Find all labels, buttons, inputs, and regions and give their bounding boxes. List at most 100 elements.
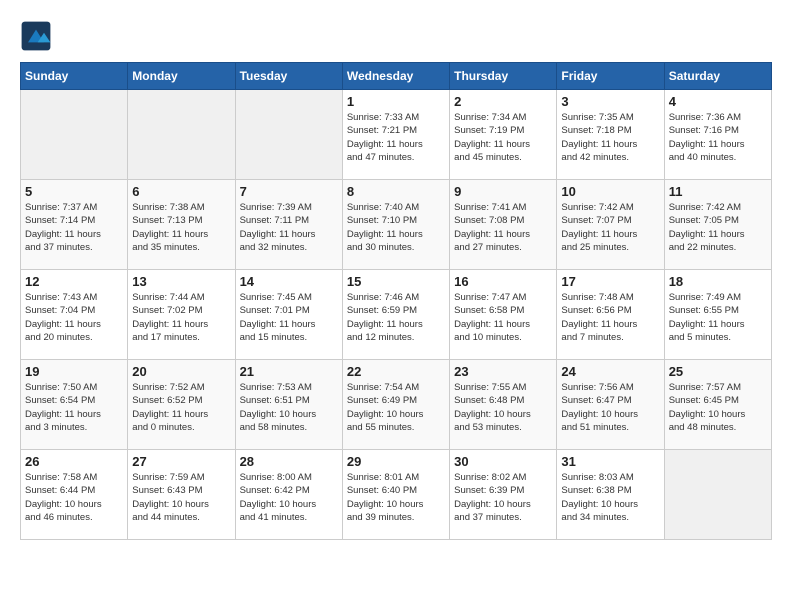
day-info: Sunrise: 8:03 AM Sunset: 6:38 PM Dayligh… [561, 471, 659, 524]
day-number: 18 [669, 274, 767, 289]
day-info: Sunrise: 7:39 AM Sunset: 7:11 PM Dayligh… [240, 201, 338, 254]
day-info: Sunrise: 7:44 AM Sunset: 7:02 PM Dayligh… [132, 291, 230, 344]
day-cell: 25 Sunrise: 7:57 AM Sunset: 6:45 PM Dayli… [664, 360, 771, 450]
header-cell-monday: Monday [128, 63, 235, 90]
day-number: 22 [347, 364, 445, 379]
day-info: Sunrise: 7:53 AM Sunset: 6:51 PM Dayligh… [240, 381, 338, 434]
day-info: Sunrise: 7:58 AM Sunset: 6:44 PM Dayligh… [25, 471, 123, 524]
day-number: 6 [132, 184, 230, 199]
day-cell: 8Sunrise: 7:40 AM Sunset: 7:10 PM Daylig… [342, 180, 449, 270]
day-info: Sunrise: 7:41 AM Sunset: 7:08 PM Dayligh… [454, 201, 552, 254]
day-cell: 17 Sunrise: 7:48 AM Sunset: 6:56 PM Dayli… [557, 270, 664, 360]
day-cell [21, 90, 128, 180]
day-info: Sunrise: 7:38 AM Sunset: 7:13 PM Dayligh… [132, 201, 230, 254]
day-number: 30 [454, 454, 552, 469]
logo-icon [20, 20, 52, 52]
day-cell [664, 450, 771, 540]
day-cell: 18 Sunrise: 7:49 AM Sunset: 6:55 PM Dayli… [664, 270, 771, 360]
day-cell: 7 Sunrise: 7:39 AM Sunset: 7:11 PM Daylig… [235, 180, 342, 270]
day-info: Sunrise: 7:40 AM Sunset: 7:10 PM Dayligh… [347, 201, 445, 254]
day-number: 10 [561, 184, 659, 199]
day-number: 4 [669, 94, 767, 109]
day-info: Sunrise: 7:57 AM Sunset: 6:45 PM Dayligh… [669, 381, 767, 434]
day-info: Sunrise: 7:36 AM Sunset: 7:16 PM Dayligh… [669, 111, 767, 164]
day-number: 29 [347, 454, 445, 469]
day-number: 26 [25, 454, 123, 469]
day-cell: 31 Sunrise: 8:03 AM Sunset: 6:38 PM Dayli… [557, 450, 664, 540]
day-cell: 5 Sunrise: 7:37 AM Sunset: 7:14 PM Daylig… [21, 180, 128, 270]
day-info: Sunrise: 7:59 AM Sunset: 6:43 PM Dayligh… [132, 471, 230, 524]
day-info: Sunrise: 7:46 AM Sunset: 6:59 PM Dayligh… [347, 291, 445, 344]
day-cell: 13 Sunrise: 7:44 AM Sunset: 7:02 PM Dayli… [128, 270, 235, 360]
day-info: Sunrise: 7:48 AM Sunset: 6:56 PM Dayligh… [561, 291, 659, 344]
day-number: 12 [25, 274, 123, 289]
day-cell: 27 Sunrise: 7:59 AM Sunset: 6:43 PM Dayli… [128, 450, 235, 540]
day-info: Sunrise: 7:45 AM Sunset: 7:01 PM Dayligh… [240, 291, 338, 344]
day-info: Sunrise: 7:55 AM Sunset: 6:48 PM Dayligh… [454, 381, 552, 434]
day-number: 27 [132, 454, 230, 469]
day-cell: 16Sunrise: 7:47 AM Sunset: 6:58 PM Dayli… [450, 270, 557, 360]
day-cell: 14 Sunrise: 7:45 AM Sunset: 7:01 PM Dayli… [235, 270, 342, 360]
week-row-3: 12 Sunrise: 7:43 AM Sunset: 7:04 PM Dayli… [21, 270, 772, 360]
day-info: Sunrise: 8:00 AM Sunset: 6:42 PM Dayligh… [240, 471, 338, 524]
day-info: Sunrise: 8:01 AM Sunset: 6:40 PM Dayligh… [347, 471, 445, 524]
week-row-4: 19 Sunrise: 7:50 AM Sunset: 6:54 PM Dayli… [21, 360, 772, 450]
day-cell: 23 Sunrise: 7:55 AM Sunset: 6:48 PM Dayli… [450, 360, 557, 450]
week-row-2: 5 Sunrise: 7:37 AM Sunset: 7:14 PM Daylig… [21, 180, 772, 270]
day-cell: 15Sunrise: 7:46 AM Sunset: 6:59 PM Dayli… [342, 270, 449, 360]
day-cell: 26 Sunrise: 7:58 AM Sunset: 6:44 PM Dayli… [21, 450, 128, 540]
day-cell: 12 Sunrise: 7:43 AM Sunset: 7:04 PM Dayli… [21, 270, 128, 360]
day-info: Sunrise: 7:37 AM Sunset: 7:14 PM Dayligh… [25, 201, 123, 254]
day-cell: 24 Sunrise: 7:56 AM Sunset: 6:47 PM Dayli… [557, 360, 664, 450]
day-cell [128, 90, 235, 180]
day-number: 7 [240, 184, 338, 199]
day-number: 1 [347, 94, 445, 109]
day-info: Sunrise: 7:34 AM Sunset: 7:19 PM Dayligh… [454, 111, 552, 164]
day-cell: 22Sunrise: 7:54 AM Sunset: 6:49 PM Dayli… [342, 360, 449, 450]
header-cell-saturday: Saturday [664, 63, 771, 90]
day-info: Sunrise: 7:33 AM Sunset: 7:21 PM Dayligh… [347, 111, 445, 164]
day-info: Sunrise: 8:02 AM Sunset: 6:39 PM Dayligh… [454, 471, 552, 524]
header-cell-thursday: Thursday [450, 63, 557, 90]
day-number: 24 [561, 364, 659, 379]
day-info: Sunrise: 7:50 AM Sunset: 6:54 PM Dayligh… [25, 381, 123, 434]
day-number: 17 [561, 274, 659, 289]
day-info: Sunrise: 7:52 AM Sunset: 6:52 PM Dayligh… [132, 381, 230, 434]
day-info: Sunrise: 7:42 AM Sunset: 7:07 PM Dayligh… [561, 201, 659, 254]
day-number: 23 [454, 364, 552, 379]
day-cell: 20 Sunrise: 7:52 AM Sunset: 6:52 PM Dayli… [128, 360, 235, 450]
day-number: 5 [25, 184, 123, 199]
header-cell-wednesday: Wednesday [342, 63, 449, 90]
day-number: 19 [25, 364, 123, 379]
header-cell-sunday: Sunday [21, 63, 128, 90]
day-cell: 21 Sunrise: 7:53 AM Sunset: 6:51 PM Dayli… [235, 360, 342, 450]
day-number: 13 [132, 274, 230, 289]
day-cell: 2Sunrise: 7:34 AM Sunset: 7:19 PM Daylig… [450, 90, 557, 180]
day-cell: 10 Sunrise: 7:42 AM Sunset: 7:07 PM Dayli… [557, 180, 664, 270]
day-number: 31 [561, 454, 659, 469]
day-cell: 3Sunrise: 7:35 AM Sunset: 7:18 PM Daylig… [557, 90, 664, 180]
calendar-header: SundayMondayTuesdayWednesdayThursdayFrid… [21, 63, 772, 90]
day-cell: 11 Sunrise: 7:42 AM Sunset: 7:05 PM Dayli… [664, 180, 771, 270]
day-cell: 1 Sunrise: 7:33 AM Sunset: 7:21 PM Daylig… [342, 90, 449, 180]
day-info: Sunrise: 7:47 AM Sunset: 6:58 PM Dayligh… [454, 291, 552, 344]
day-cell: 19 Sunrise: 7:50 AM Sunset: 6:54 PM Dayli… [21, 360, 128, 450]
day-info: Sunrise: 7:42 AM Sunset: 7:05 PM Dayligh… [669, 201, 767, 254]
day-number: 20 [132, 364, 230, 379]
day-info: Sunrise: 7:49 AM Sunset: 6:55 PM Dayligh… [669, 291, 767, 344]
calendar-table: SundayMondayTuesdayWednesdayThursdayFrid… [20, 62, 772, 540]
day-cell: 4 Sunrise: 7:36 AM Sunset: 7:16 PM Daylig… [664, 90, 771, 180]
day-number: 25 [669, 364, 767, 379]
day-number: 28 [240, 454, 338, 469]
week-row-5: 26 Sunrise: 7:58 AM Sunset: 6:44 PM Dayli… [21, 450, 772, 540]
day-number: 11 [669, 184, 767, 199]
day-number: 9 [454, 184, 552, 199]
day-info: Sunrise: 7:43 AM Sunset: 7:04 PM Dayligh… [25, 291, 123, 344]
day-number: 14 [240, 274, 338, 289]
day-number: 21 [240, 364, 338, 379]
day-cell: 28 Sunrise: 8:00 AM Sunset: 6:42 PM Dayli… [235, 450, 342, 540]
day-info: Sunrise: 7:56 AM Sunset: 6:47 PM Dayligh… [561, 381, 659, 434]
header-row: SundayMondayTuesdayWednesdayThursdayFrid… [21, 63, 772, 90]
day-cell: 6 Sunrise: 7:38 AM Sunset: 7:13 PM Daylig… [128, 180, 235, 270]
header [20, 20, 772, 52]
